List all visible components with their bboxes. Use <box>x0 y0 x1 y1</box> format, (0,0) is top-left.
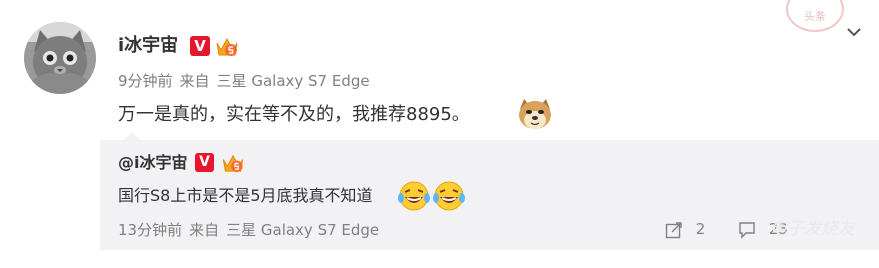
watermark-stamp: 头条 <box>786 0 844 32</box>
post-time[interactable]: 9分钟前 <box>118 72 173 90</box>
repost-source-prefix: 来自 <box>189 221 220 239</box>
repost-caret <box>124 132 140 140</box>
watermark-text: 电子发烧友 <box>770 219 855 239</box>
verified-badge: V <box>190 36 210 56</box>
repost-time[interactable]: 13分钟前 <box>118 221 182 239</box>
repost-text: 国行S8上市是不是5月底我真不知道 <box>118 186 373 205</box>
repost-meta: 13分钟前 来自 三星 Galaxy S7 Edge <box>118 219 386 241</box>
cat-avatar-icon <box>24 22 96 94</box>
chevron-down-icon[interactable] <box>845 23 863 41</box>
repost-username[interactable]: @i冰宇宙 <box>118 152 188 174</box>
repost-verified-badge: V <box>195 153 214 172</box>
repost-source-device[interactable]: 三星 Galaxy S7 Edge <box>226 221 379 239</box>
doge-emoji-icon <box>519 99 551 129</box>
post-meta: 9分钟前 来自 三星 Galaxy S7 Edge <box>118 71 377 91</box>
post-username[interactable]: i冰宇宙 <box>118 34 178 58</box>
laughing-tears-emoji-icon <box>433 181 465 211</box>
post-source-device[interactable]: 三星 Galaxy S7 Edge <box>217 72 370 90</box>
repost-crown-level-icon <box>222 154 244 173</box>
crown-level-icon <box>216 37 238 56</box>
share-icon <box>665 221 682 238</box>
post-source-prefix: 来自 <box>179 72 210 90</box>
avatar[interactable] <box>24 22 96 94</box>
share-button[interactable]: 2 <box>665 218 705 240</box>
post-text: 万一是真的，实在等不及的，我推荐8895。 <box>118 104 470 125</box>
share-count: 2 <box>695 220 706 238</box>
comment-icon <box>739 221 755 239</box>
laughing-tears-emoji-icon <box>398 181 430 211</box>
